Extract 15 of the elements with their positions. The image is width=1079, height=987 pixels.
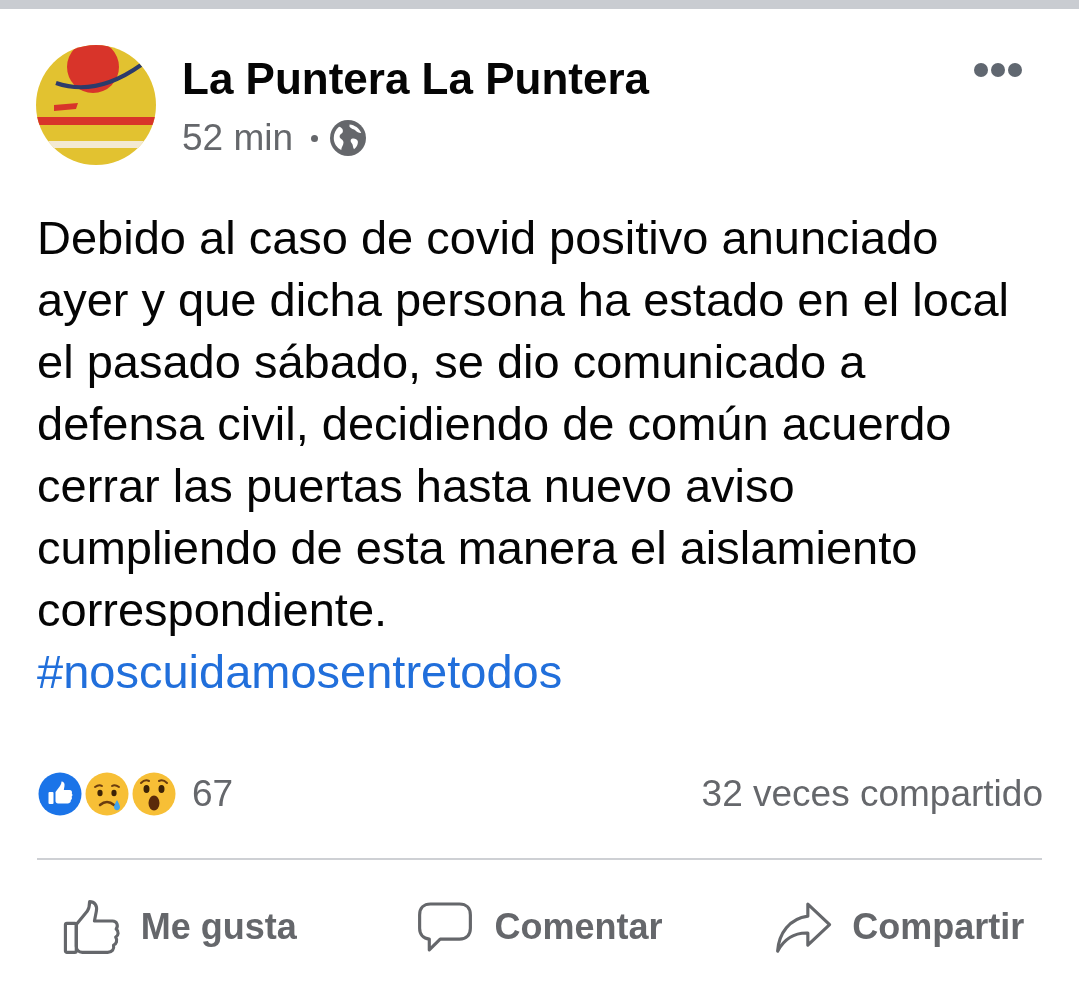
share-count[interactable]: 32 veces compartido xyxy=(701,773,1043,815)
post-text: Debido al caso de covid positivo anunciado ayer y que dicha persona ha estado en el local el pasado sábado, se dio comunicado a defensa civil, decidiendo de común acuerdo cerrar las puertas hasta nuevo aviso cumpliendo de esta manera el aislamiento correspondiente. xyxy=(37,210,1010,638)
globe-icon xyxy=(330,120,367,156)
like-reaction-icon xyxy=(36,770,84,818)
hashtag-link[interactable]: #noscuidamosentretodos xyxy=(37,641,563,703)
like-button[interactable]: Me gusta xyxy=(62,896,297,958)
post-time[interactable]: 52 min xyxy=(182,117,294,159)
share-button[interactable]: Compartir xyxy=(774,896,1025,958)
sad-reaction-icon xyxy=(83,770,131,818)
thumbs-up-icon xyxy=(62,898,121,956)
reaction-count[interactable]: 67 xyxy=(192,773,234,815)
author-name[interactable]: La Puntera La Puntera xyxy=(182,53,649,105)
comment-button[interactable]: Comentar xyxy=(416,896,663,958)
more-options-icon[interactable] xyxy=(974,63,1022,77)
wow-reaction-icon xyxy=(130,770,178,818)
